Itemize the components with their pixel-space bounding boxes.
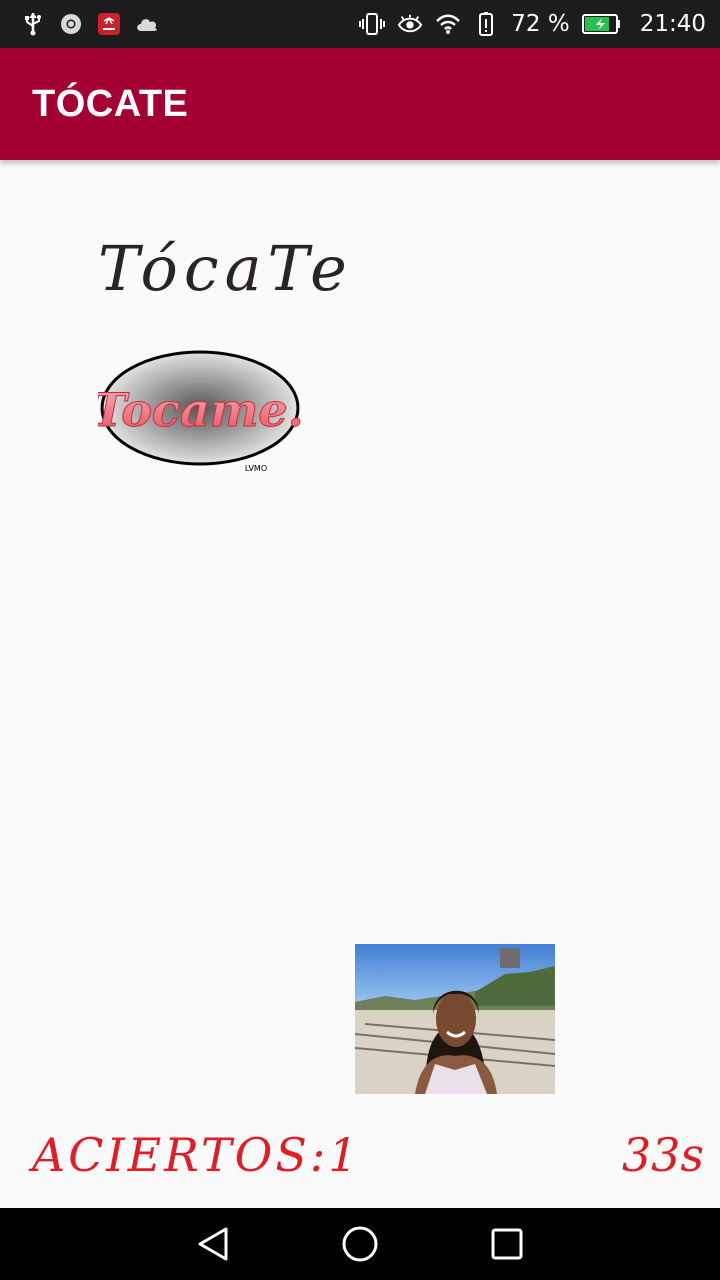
recents-icon[interactable]	[482, 1219, 532, 1269]
status-bar: 72 % 21:40	[0, 0, 720, 48]
huawei-icon	[96, 11, 122, 37]
back-icon[interactable]	[188, 1219, 238, 1269]
battery-charging-icon	[581, 11, 622, 37]
logo-small-text: LVMO	[245, 464, 267, 473]
battery-percentage: 72 %	[511, 11, 570, 37]
chrome-icon	[58, 11, 84, 37]
status-left-icons	[20, 11, 160, 37]
cloud-icon	[134, 11, 160, 37]
battery-alert-icon	[473, 11, 499, 37]
app-bar: TÓCATE	[0, 48, 720, 160]
app-screen: 72 % 21:40 TÓCATE TócaTe Tocame. LVMO AC…	[0, 0, 720, 1280]
navigation-bar	[0, 1208, 720, 1280]
wifi-icon	[435, 11, 461, 37]
usb-icon	[20, 11, 46, 37]
brand-text: TócaTe	[98, 232, 353, 305]
status-right-icons: 72 % 21:40	[359, 11, 706, 37]
eye-comfort-icon	[397, 11, 423, 37]
clock: 21:40	[639, 11, 706, 37]
home-icon[interactable]	[335, 1219, 385, 1269]
vibrate-icon	[359, 11, 386, 37]
tocame-logo[interactable]: Tocame. LVMO	[92, 348, 304, 474]
profile-photo[interactable]	[355, 944, 555, 1094]
score-label: ACIERTOS:1	[32, 1128, 361, 1182]
logo-text: Tocame.	[98, 383, 304, 437]
timer: 33s	[621, 1128, 704, 1182]
app-title: TÓCATE	[32, 82, 189, 125]
